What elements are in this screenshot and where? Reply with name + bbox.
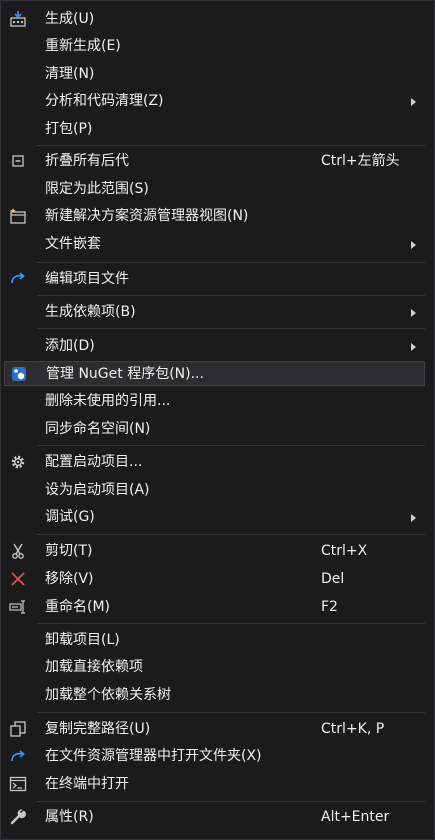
menu-item-label: 编辑项目文件 bbox=[45, 271, 129, 287]
menu-item-scope-to-this[interactable]: 限定为此范围(S) bbox=[4, 177, 425, 201]
nuget-icon bbox=[10, 365, 28, 383]
menu-item-configure-startup[interactable]: 配置启动项目... bbox=[4, 450, 425, 474]
menu-item-label: 清理(N) bbox=[45, 66, 95, 82]
menu-item-label: 配置启动项目... bbox=[45, 454, 143, 470]
menu-item-remove[interactable]: 移除(V) Del bbox=[4, 567, 425, 591]
collapse-icon bbox=[9, 152, 27, 170]
menu-item-label: 重命名(M) bbox=[45, 599, 111, 615]
copy-icon bbox=[9, 720, 27, 738]
menu-item-edit-project-file[interactable]: 编辑项目文件 bbox=[4, 267, 425, 291]
menu-item-label: 加载直接依赖项 bbox=[45, 659, 143, 675]
context-menu: 生成(U) 重新生成(E) 清理(N) 分析和代码清理(Z) 打包(P) 折叠所… bbox=[0, 0, 435, 840]
menu-item-label: 文件嵌套 bbox=[45, 236, 101, 252]
menu-separator bbox=[37, 262, 425, 263]
menu-item-label: 删除未使用的引用... bbox=[45, 393, 171, 409]
menu-item-label: 在文件资源管理器中打开文件夹(X) bbox=[45, 748, 262, 764]
menu-item-collapse-all[interactable]: 折叠所有后代 Ctrl+左箭头 bbox=[4, 149, 425, 173]
menu-separator bbox=[37, 295, 425, 296]
menu-separator bbox=[37, 328, 425, 329]
menu-item-label: 调试(G) bbox=[45, 509, 95, 525]
menu-item-label: 生成依赖项(B) bbox=[45, 304, 136, 320]
menu-item-label: 同步命名空间(N) bbox=[45, 421, 151, 437]
menu-separator bbox=[37, 445, 425, 446]
open-folder-arrow-icon bbox=[9, 747, 27, 765]
rename-icon bbox=[9, 598, 27, 616]
menu-item-label: 移除(V) bbox=[45, 571, 94, 587]
menu-item-label: 折叠所有后代 bbox=[45, 153, 129, 169]
edit-project-icon bbox=[9, 270, 27, 288]
menu-item-shortcut: Del bbox=[321, 571, 345, 587]
menu-item-shortcut: Ctrl+K, P bbox=[321, 721, 385, 737]
terminal-icon bbox=[9, 775, 27, 793]
menu-item-label: 卸载项目(L) bbox=[45, 632, 120, 648]
menu-item-label: 复制完整路径(U) bbox=[45, 721, 151, 737]
menu-item-label: 生成(U) bbox=[45, 11, 95, 27]
menu-item-label: 限定为此范围(S) bbox=[45, 181, 149, 197]
menu-separator bbox=[37, 712, 425, 713]
menu-item-remove-unused-references[interactable]: 删除未使用的引用... bbox=[4, 389, 425, 413]
gear-icon bbox=[9, 453, 27, 471]
menu-item-label: 管理 NuGet 程序包(N)... bbox=[46, 366, 204, 382]
scissors-icon bbox=[9, 542, 27, 560]
menu-item-label: 打包(P) bbox=[45, 121, 93, 137]
menu-separator bbox=[37, 534, 425, 535]
menu-item-shortcut: F2 bbox=[321, 599, 338, 615]
menu-separator bbox=[37, 801, 425, 802]
submenu-arrow-icon bbox=[411, 241, 416, 249]
menu-item-shortcut: Ctrl+左箭头 bbox=[321, 153, 400, 169]
menu-item-rename[interactable]: 重命名(M) F2 bbox=[4, 595, 425, 619]
menu-item-build-dependencies[interactable]: 生成依赖项(B) bbox=[4, 300, 425, 324]
menu-item-label: 在终端中打开 bbox=[45, 776, 129, 792]
submenu-arrow-icon bbox=[411, 343, 416, 351]
menu-item-load-direct-dependencies[interactable]: 加载直接依赖项 bbox=[4, 655, 425, 679]
menu-item-sync-namespaces[interactable]: 同步命名空间(N) bbox=[4, 417, 425, 441]
build-icon bbox=[9, 10, 27, 28]
menu-item-shortcut: Alt+Enter bbox=[321, 809, 390, 825]
menu-item-open-in-terminal[interactable]: 在终端中打开 bbox=[4, 772, 425, 796]
menu-separator bbox=[37, 623, 425, 624]
menu-item-pack[interactable]: 打包(P) bbox=[4, 117, 425, 141]
menu-item-cut[interactable]: 剪切(T) Ctrl+X bbox=[4, 539, 425, 563]
menu-item-file-nesting[interactable]: 文件嵌套 bbox=[4, 232, 425, 256]
menu-item-add[interactable]: 添加(D) bbox=[4, 334, 425, 358]
wrench-icon bbox=[9, 808, 27, 826]
submenu-arrow-icon bbox=[411, 514, 416, 522]
menu-item-label: 加载整个依赖关系树 bbox=[45, 687, 171, 703]
menu-item-label: 分析和代码清理(Z) bbox=[45, 93, 164, 109]
menu-item-new-solution-view[interactable]: 新建解决方案资源管理器视图(N) bbox=[4, 204, 425, 228]
menu-item-analyze-cleanup[interactable]: 分析和代码清理(Z) bbox=[4, 89, 425, 113]
menu-item-label: 设为启动项目(A) bbox=[45, 482, 150, 498]
menu-item-set-as-startup[interactable]: 设为启动项目(A) bbox=[4, 478, 425, 502]
menu-separator bbox=[37, 145, 425, 146]
menu-item-label: 属性(R) bbox=[45, 809, 94, 825]
remove-x-icon bbox=[9, 570, 27, 588]
menu-item-label: 重新生成(E) bbox=[45, 38, 121, 54]
submenu-arrow-icon bbox=[411, 98, 416, 106]
menu-item-debug[interactable]: 调试(G) bbox=[4, 505, 425, 529]
menu-item-clean[interactable]: 清理(N) bbox=[4, 62, 425, 86]
submenu-arrow-icon bbox=[411, 309, 416, 317]
menu-item-build[interactable]: 生成(U) bbox=[4, 7, 425, 31]
menu-item-load-dependency-tree[interactable]: 加载整个依赖关系树 bbox=[4, 683, 425, 707]
menu-item-rebuild[interactable]: 重新生成(E) bbox=[4, 34, 425, 58]
menu-item-manage-nuget[interactable]: 管理 NuGet 程序包(N)... bbox=[4, 361, 425, 386]
menu-item-open-in-explorer[interactable]: 在文件资源管理器中打开文件夹(X) bbox=[4, 744, 425, 768]
menu-item-properties[interactable]: 属性(R) Alt+Enter bbox=[4, 805, 425, 829]
menu-item-shortcut: Ctrl+X bbox=[321, 543, 368, 559]
menu-item-label: 剪切(T) bbox=[45, 543, 93, 559]
menu-item-label: 添加(D) bbox=[45, 338, 95, 354]
menu-item-label: 新建解决方案资源管理器视图(N) bbox=[45, 208, 249, 224]
menu-item-copy-full-path[interactable]: 复制完整路径(U) Ctrl+K, P bbox=[4, 717, 425, 741]
menu-item-unload-project[interactable]: 卸载项目(L) bbox=[4, 628, 425, 652]
new-view-icon bbox=[9, 207, 27, 225]
